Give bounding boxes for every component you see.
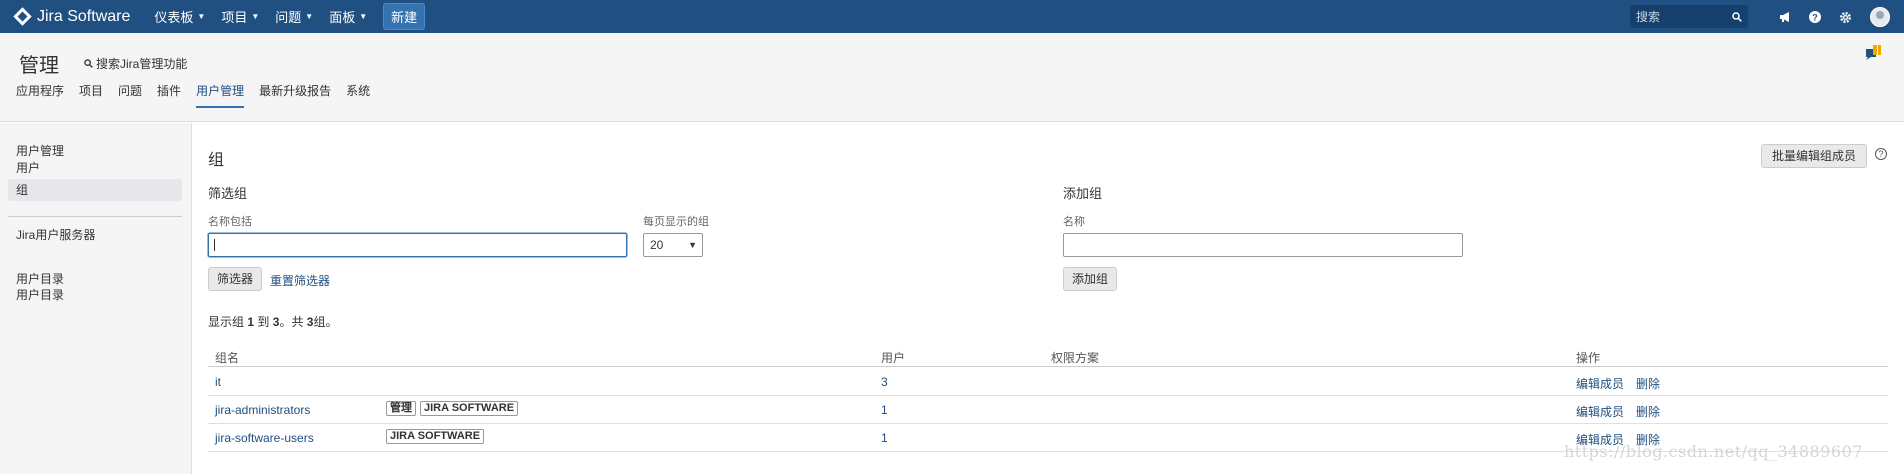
group-badges: JIRA SOFTWARE xyxy=(386,429,485,444)
chevron-down-icon: ▼ xyxy=(305,12,314,21)
tab-projects[interactable]: 项目 xyxy=(79,82,103,108)
column-group-name[interactable]: 组名 xyxy=(215,349,239,366)
search-icon xyxy=(1732,11,1742,22)
nav-boards[interactable]: 面板 ▼ xyxy=(321,0,375,33)
nav-label: 仪表板 xyxy=(154,10,194,25)
table-row: it 3 编辑成员 删除 xyxy=(208,368,1888,396)
sidebar-item-jira-user-server[interactable]: Jira用户服务器 xyxy=(8,224,182,246)
sidebar: 用户管理 用户 组 Jira用户服务器 用户目录 用户目录 xyxy=(0,123,192,474)
feedback-icon[interactable] xyxy=(1864,43,1884,61)
name-contains-input[interactable] xyxy=(208,233,627,257)
tab-issues[interactable]: 问题 xyxy=(118,82,142,108)
nav-issues[interactable]: 问题 ▼ xyxy=(267,0,321,33)
megaphone-icon[interactable] xyxy=(1776,8,1794,26)
nav-label: 问题 xyxy=(275,10,302,25)
avatar[interactable] xyxy=(1870,7,1890,27)
per-page-value: 20 xyxy=(650,238,664,252)
admin-header: 管理 搜索Jira管理功能 应用程序 项目 问题 插件 用户管理 最新升级报告 … xyxy=(0,33,1904,122)
main-nav: 仪表板 ▼ 项目 ▼ 问题 ▼ 面板 ▼ 新建 xyxy=(146,0,426,33)
jira-software-badge: JIRA SOFTWARE xyxy=(420,401,519,416)
product-name: Jira Software xyxy=(37,7,131,25)
chevron-down-icon: ▼ xyxy=(688,240,697,250)
add-group-button[interactable]: 添加组 xyxy=(1063,267,1118,291)
table-row: jira-administrators 管理 JIRA SOFTWARE 1 编… xyxy=(208,396,1888,424)
sidebar-item-users[interactable]: 用户 xyxy=(8,157,182,179)
nav-label: 面板 xyxy=(329,10,356,25)
chevron-down-icon: ▼ xyxy=(251,12,260,21)
filter-groups-heading: 筛选组 xyxy=(208,186,248,201)
group-name-link[interactable]: jira-software-users xyxy=(215,431,314,445)
delete-link[interactable]: 删除 xyxy=(1636,375,1660,392)
tab-applications[interactable]: 应用程序 xyxy=(16,82,64,108)
question-icon[interactable]: ? xyxy=(1875,148,1887,160)
group-name-link[interactable]: it xyxy=(215,375,221,389)
global-search-input[interactable]: 搜索 xyxy=(1630,5,1748,28)
add-name-label: 名称 xyxy=(1063,216,1085,228)
jira-logo[interactable]: Jira Software xyxy=(13,7,131,26)
groups-title: 组 xyxy=(208,152,225,169)
top-icons: ? xyxy=(1776,7,1890,27)
search-icon xyxy=(84,59,93,68)
bulk-edit-members-button[interactable]: 批量编辑组成员 xyxy=(1761,144,1868,168)
count-prefix: 显示组 xyxy=(208,315,245,329)
help-icon[interactable]: ? xyxy=(1806,8,1824,26)
tab-addons[interactable]: 插件 xyxy=(157,82,181,108)
sidebar-item-user-directories[interactable]: 用户目录 xyxy=(8,284,182,306)
per-page-select[interactable]: 20 ▼ xyxy=(643,233,703,257)
page-title: 管理 xyxy=(19,55,59,77)
create-button[interactable]: 新建 xyxy=(383,3,426,30)
user-count-link[interactable]: 3 xyxy=(881,375,888,389)
jira-software-badge: JIRA SOFTWARE xyxy=(386,429,485,444)
svg-text:?: ? xyxy=(1812,13,1818,23)
reset-filter-link[interactable]: 重置筛选器 xyxy=(270,272,330,289)
admin-search-link[interactable]: 搜索Jira管理功能 xyxy=(84,55,187,72)
filter-button[interactable]: 筛选器 xyxy=(208,267,263,291)
count-to-word: 到 xyxy=(257,315,270,329)
gear-icon[interactable] xyxy=(1836,8,1854,26)
chevron-down-icon: ▼ xyxy=(197,12,206,21)
watermark: https://blog.csdn.net/qq_34889607 xyxy=(1564,442,1863,461)
row-operations: 编辑成员 删除 xyxy=(1576,403,1660,420)
column-operations: 操作 xyxy=(1576,351,1601,365)
add-group-name-input[interactable] xyxy=(1063,233,1463,257)
admin-badge: 管理 xyxy=(386,401,416,416)
nav-projects[interactable]: 项目 ▼ xyxy=(213,0,267,33)
text-caret xyxy=(214,239,215,251)
per-page-label: 每页显示的组 xyxy=(643,216,709,228)
groups-table-header: 组名 用户 权限方案 操作 xyxy=(208,345,1888,367)
result-count: 显示组 1 到 3。共 3组。 xyxy=(208,313,338,330)
row-operations: 编辑成员 删除 xyxy=(1576,375,1660,392)
column-permission-schemes: 权限方案 xyxy=(1051,351,1100,365)
jira-logo-icon xyxy=(13,7,32,26)
group-badges: 管理 JIRA SOFTWARE xyxy=(386,401,519,416)
admin-search-label: 搜索Jira管理功能 xyxy=(96,57,188,71)
delete-link[interactable]: 删除 xyxy=(1636,403,1660,420)
main-content: 组 批量编辑组成员 ? 筛选组 名称包括 每页显示的组 20 ▼ 筛选器 重置筛… xyxy=(193,123,1904,474)
nav-dashboards[interactable]: 仪表板 ▼ xyxy=(146,0,213,33)
column-users: 用户 xyxy=(881,351,906,365)
search-placeholder: 搜索 xyxy=(1636,10,1661,24)
tab-user-management[interactable]: 用户管理 xyxy=(196,82,245,108)
edit-members-link[interactable]: 编辑成员 xyxy=(1576,403,1624,420)
tab-system[interactable]: 系统 xyxy=(346,82,370,108)
nav-label: 项目 xyxy=(221,10,248,25)
user-count-link[interactable]: 1 xyxy=(881,431,888,445)
add-group-heading: 添加组 xyxy=(1063,186,1103,201)
sidebar-divider xyxy=(8,216,182,217)
count-total-word: 。共 xyxy=(279,315,304,329)
edit-members-link[interactable]: 编辑成员 xyxy=(1576,375,1624,392)
sidebar-item-groups[interactable]: 组 xyxy=(8,179,182,201)
group-name-link[interactable]: jira-administrators xyxy=(215,403,310,417)
top-navigation-bar: Jira Software 仪表板 ▼ 项目 ▼ 问题 ▼ 面板 ▼ 新建 搜索 ? xyxy=(0,0,1904,33)
name-contains-label: 名称包括 xyxy=(208,216,252,228)
chevron-down-icon: ▼ xyxy=(359,12,368,21)
count-from: 1 xyxy=(247,315,255,329)
admin-tabs: 应用程序 项目 问题 插件 用户管理 最新升级报告 系统 xyxy=(16,82,370,108)
count-suffix: 组。 xyxy=(313,315,338,329)
user-count-link[interactable]: 1 xyxy=(881,403,888,417)
tab-upgrade-report[interactable]: 最新升级报告 xyxy=(259,82,331,108)
